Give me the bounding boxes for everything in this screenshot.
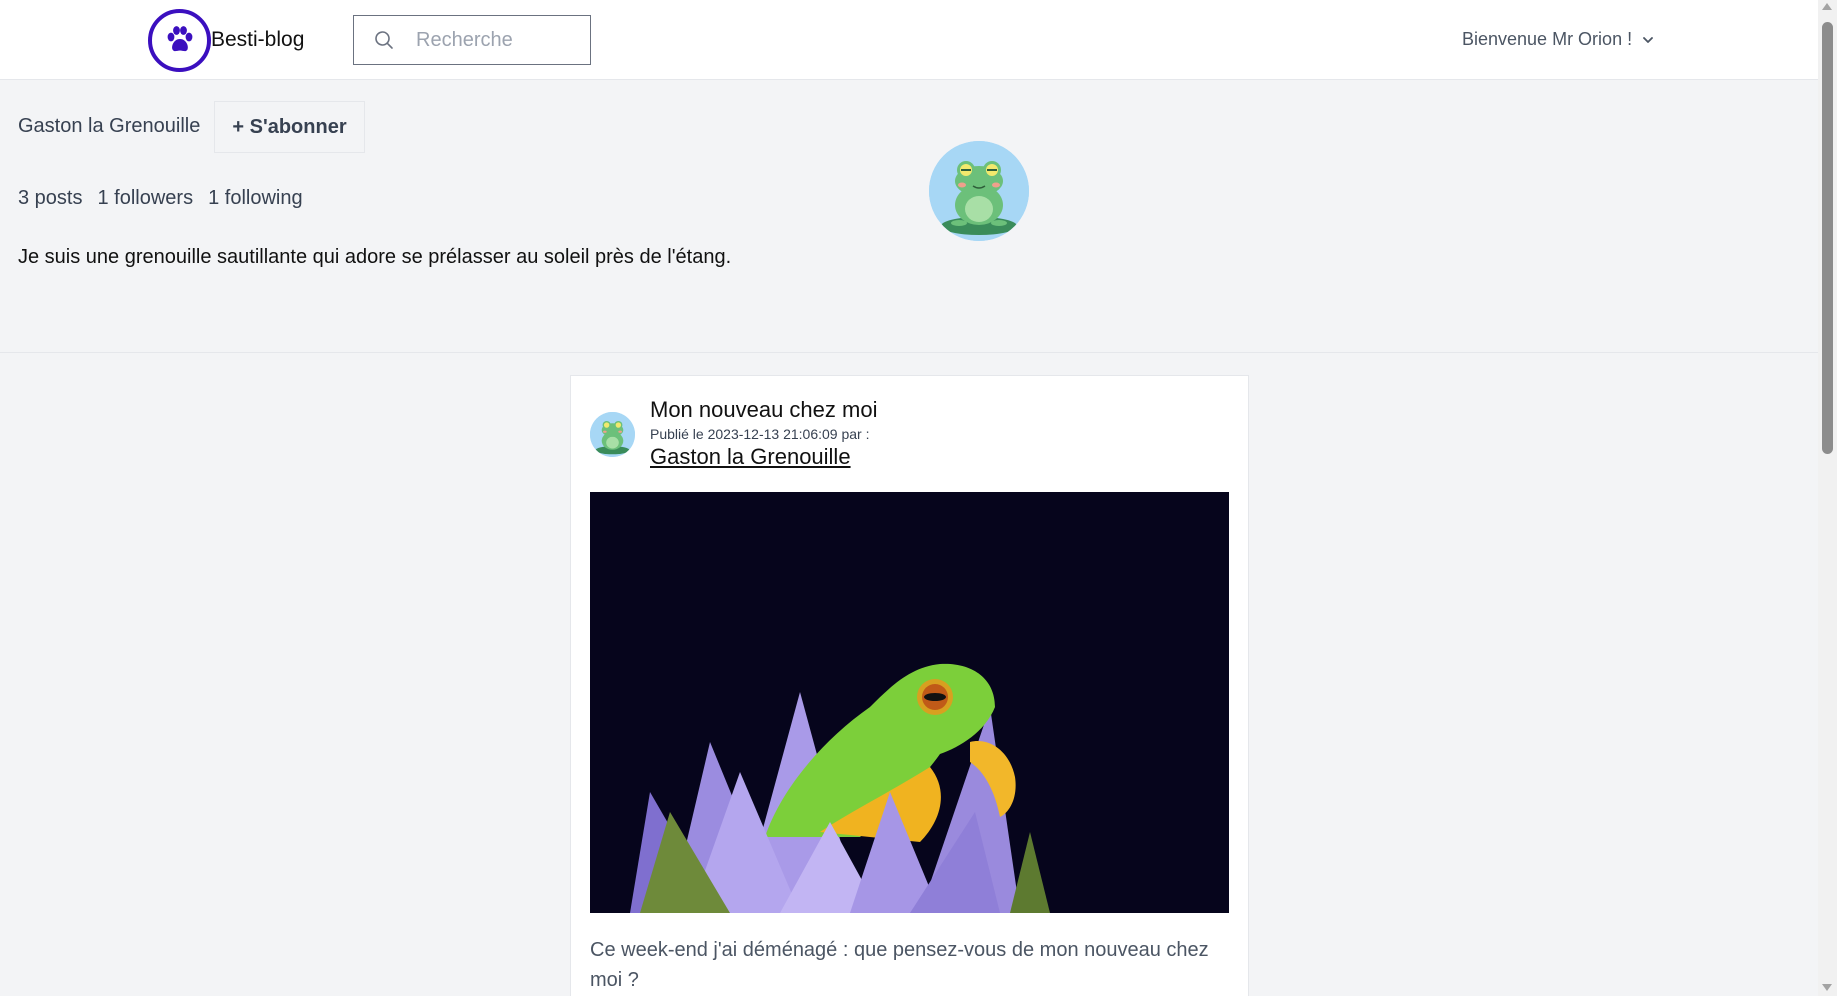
frog-avatar-image xyxy=(929,141,1029,241)
search-input[interactable] xyxy=(416,26,576,54)
subscribe-button[interactable]: + S'abonner xyxy=(214,101,365,153)
following-count[interactable]: 1 following xyxy=(208,187,303,210)
post-author-avatar[interactable] xyxy=(590,412,635,457)
frog-on-lotus-photo xyxy=(590,492,1229,913)
chevron-down-icon xyxy=(1643,36,1653,43)
post-card: Mon nouveau chez moi Publié le 2023-12-1… xyxy=(570,375,1249,996)
search-icon xyxy=(375,31,393,49)
post-author-link[interactable]: Gaston la Grenouille xyxy=(650,444,851,470)
post-title[interactable]: Mon nouveau chez moi xyxy=(650,397,877,423)
profile-name: Gaston la Grenouille xyxy=(18,115,201,137)
top-navbar: Besti-blog Bienvenue Mr Orion ! xyxy=(0,0,1818,80)
section-divider xyxy=(0,352,1818,353)
page-scrollbar[interactable] xyxy=(1818,0,1837,996)
user-menu[interactable]: Bienvenue Mr Orion ! xyxy=(1462,29,1654,50)
profile-stats: 3 posts 1 followers 1 following xyxy=(18,187,303,210)
post-meta: Publié le 2023-12-13 21:06:09 par : xyxy=(650,426,870,442)
post-body: Ce week-end j'ai déménagé : que pensez-v… xyxy=(590,939,1209,991)
search-box[interactable] xyxy=(353,15,591,65)
followers-count[interactable]: 1 followers xyxy=(97,187,193,210)
scroll-up-arrow-icon[interactable] xyxy=(1822,3,1832,10)
frog-avatar-image xyxy=(590,412,635,457)
profile-avatar xyxy=(929,141,1029,241)
scroll-down-arrow-icon[interactable] xyxy=(1822,984,1832,991)
post-image[interactable] xyxy=(590,492,1229,913)
paw-icon xyxy=(167,25,192,51)
logo[interactable] xyxy=(148,9,211,72)
brand-name[interactable]: Besti-blog xyxy=(211,28,304,52)
scrollbar-thumb[interactable] xyxy=(1822,22,1833,454)
welcome-text: Bienvenue Mr Orion ! xyxy=(1462,29,1633,49)
posts-count[interactable]: 3 posts xyxy=(18,187,82,210)
profile-bio: Je suis une grenouille sautillante qui a… xyxy=(18,246,732,268)
